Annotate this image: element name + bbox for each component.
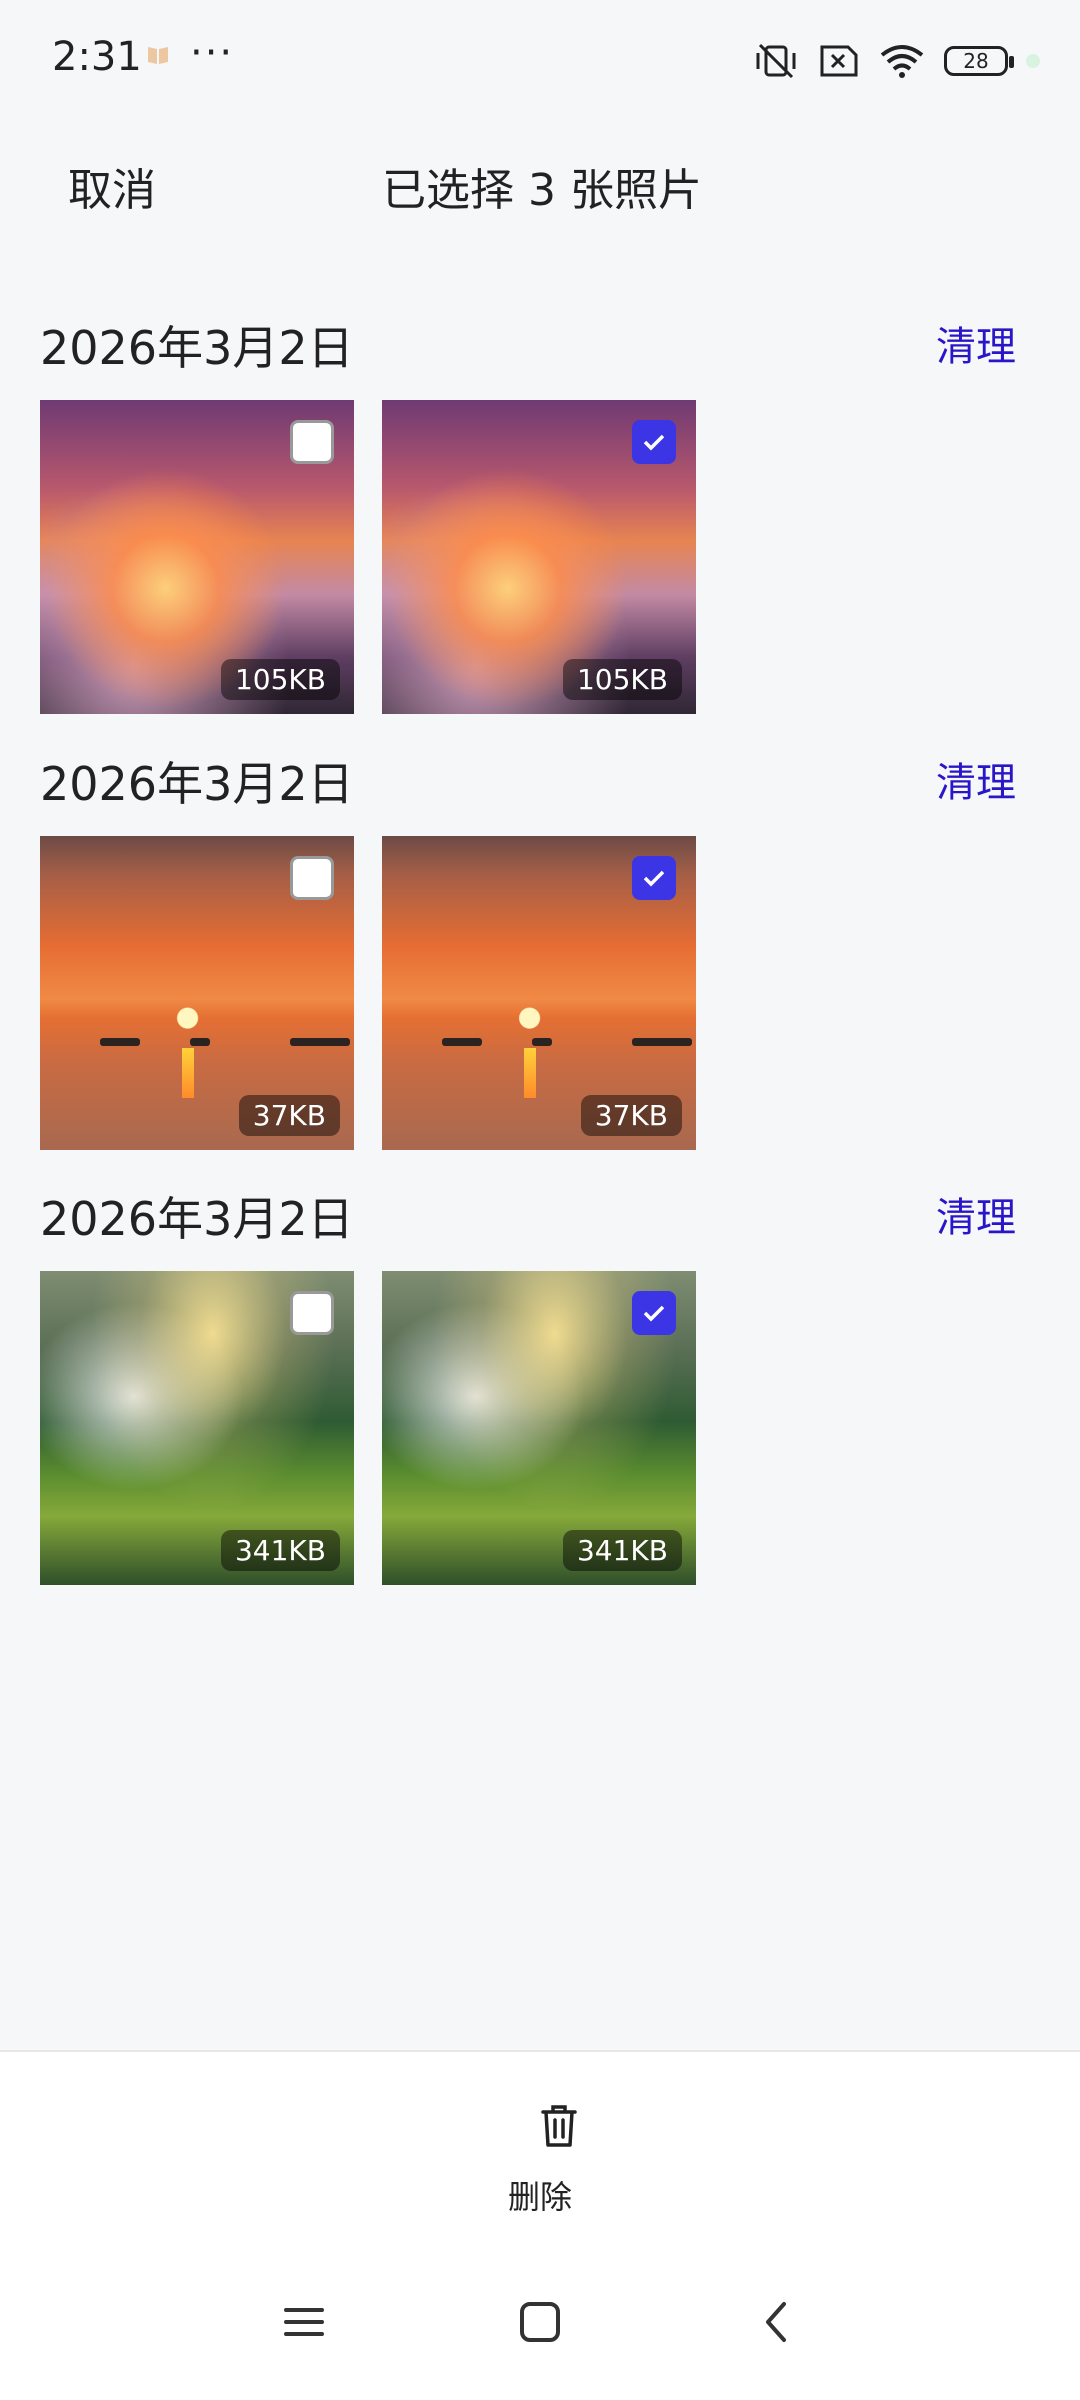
group-date: 2026年3月2日 <box>40 1192 354 1246</box>
photo-thumbnail[interactable]: 105KB <box>382 400 696 714</box>
photo-checkbox-checked[interactable] <box>632 856 676 900</box>
check-icon <box>643 870 665 887</box>
photo-checkbox-checked[interactable] <box>632 1291 676 1335</box>
photo-thumbnail[interactable]: 105KB <box>40 400 354 714</box>
size-badge: 105KB <box>562 659 682 700</box>
photo-thumbnail[interactable]: 341KB <box>40 1271 354 1585</box>
check-icon <box>643 434 665 451</box>
clean-button[interactable]: 清理 <box>936 750 1016 808</box>
photo-thumbnail[interactable]: 37KB <box>40 836 354 1150</box>
status-bar: 2:31 ··· 28 <box>0 0 1080 120</box>
home-icon[interactable] <box>510 2292 570 2352</box>
cancel-button[interactable]: 取消 <box>68 154 156 218</box>
menu-icon[interactable] <box>274 2292 334 2352</box>
sun-reflection <box>182 1048 194 1098</box>
photo-checkbox[interactable] <box>290 1291 334 1335</box>
wifi-icon <box>880 45 924 78</box>
photo-checkbox-checked[interactable] <box>632 420 676 464</box>
status-time: 2:31 <box>52 34 142 80</box>
photo-group: 2026年3月2日 清理 37KB 37KB <box>0 748 1080 1158</box>
photo-group: 2026年3月2日 清理 341KB 341KB <box>0 1183 1080 1593</box>
sun-reflection <box>524 1048 536 1098</box>
size-badge: 37KB <box>580 1095 682 1136</box>
photo-checkbox[interactable] <box>290 856 334 900</box>
group-date: 2026年3月2日 <box>40 757 354 811</box>
status-icons: 28 <box>754 38 1040 84</box>
battery-icon: 28 <box>944 46 1014 76</box>
delete-button[interactable]: 删除 <box>480 2102 600 2222</box>
trash-icon <box>541 2105 577 2147</box>
back-icon[interactable] <box>746 2292 806 2352</box>
page-title: 已选择 3 张照片 <box>382 165 702 216</box>
size-badge: 341KB <box>220 1530 340 1571</box>
size-badge: 37KB <box>238 1095 340 1136</box>
mute-icon <box>756 43 796 79</box>
boats <box>412 1038 696 1048</box>
header: 取消 已选择 3 张照片 <box>0 130 1080 240</box>
delete-label: 删除 <box>507 2178 572 2216</box>
clean-button[interactable]: 清理 <box>936 314 1016 372</box>
battery-level: 28 <box>963 49 989 73</box>
size-badge: 341KB <box>562 1530 682 1571</box>
boats <box>70 1038 354 1048</box>
photo-thumbnail[interactable]: 37KB <box>382 836 696 1150</box>
group-date: 2026年3月2日 <box>40 321 354 375</box>
privacy-dot <box>1026 54 1040 68</box>
system-nav-bar <box>0 2270 1080 2390</box>
photo-thumbnail[interactable]: 341KB <box>382 1271 696 1585</box>
clean-button[interactable]: 清理 <box>936 1185 1016 1243</box>
photo-checkbox[interactable] <box>290 420 334 464</box>
check-icon <box>643 1305 665 1322</box>
photo-group: 2026年3月2日 清理 105KB 105KB <box>0 312 1080 722</box>
sim-x-icon <box>820 45 858 77</box>
size-badge: 105KB <box>220 659 340 700</box>
book-icon <box>148 47 168 64</box>
more-dots: ··· <box>190 30 235 76</box>
